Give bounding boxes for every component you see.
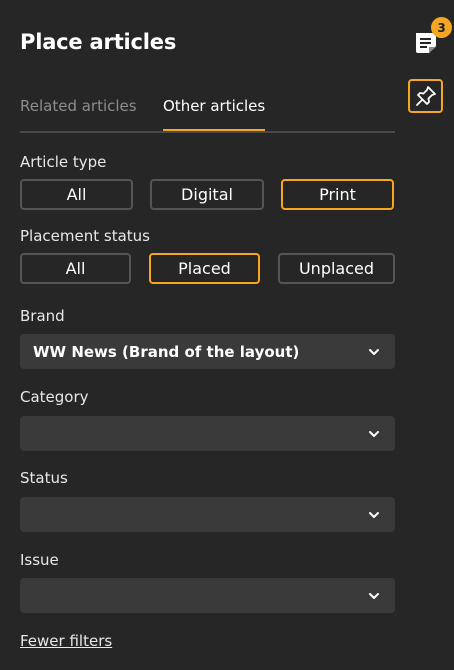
brand-select-value: WW News (Brand of the layout) (33, 342, 300, 361)
issue-select[interactable] (20, 578, 395, 613)
chevron-down-icon (369, 593, 379, 599)
placement-status-label: Placement status (20, 227, 150, 245)
status-label: Status (20, 469, 68, 487)
tab-related-articles[interactable]: Related articles (20, 96, 137, 129)
pin-button[interactable] (408, 79, 443, 113)
tab-bar: Related articles Other articles (20, 96, 395, 133)
chevron-down-icon (369, 431, 379, 437)
placement-status-placed-button[interactable]: Placed (149, 253, 260, 284)
brand-select[interactable]: WW News (Brand of the layout) (20, 334, 395, 369)
status-select[interactable] (20, 497, 395, 532)
chevron-down-icon (369, 349, 379, 355)
article-type-label: Article type (20, 153, 107, 171)
tab-other-articles[interactable]: Other articles (163, 96, 266, 131)
category-label: Category (20, 388, 89, 406)
panel-title: Place articles (20, 30, 177, 54)
fewer-filters-link[interactable]: Fewer filters (20, 632, 112, 650)
brand-label: Brand (20, 307, 65, 325)
article-type-digital-button[interactable]: Digital (150, 179, 264, 210)
pin-icon (415, 86, 436, 106)
issue-label: Issue (20, 551, 59, 569)
category-select[interactable] (20, 416, 395, 451)
article-type-print-button[interactable]: Print (281, 179, 394, 210)
placement-status-all-button[interactable]: All (20, 253, 131, 284)
notes-count-badge: 3 (431, 17, 452, 38)
placement-status-unplaced-button[interactable]: Unplaced (278, 253, 395, 284)
article-type-all-button[interactable]: All (20, 179, 133, 210)
chevron-down-icon (369, 512, 379, 518)
